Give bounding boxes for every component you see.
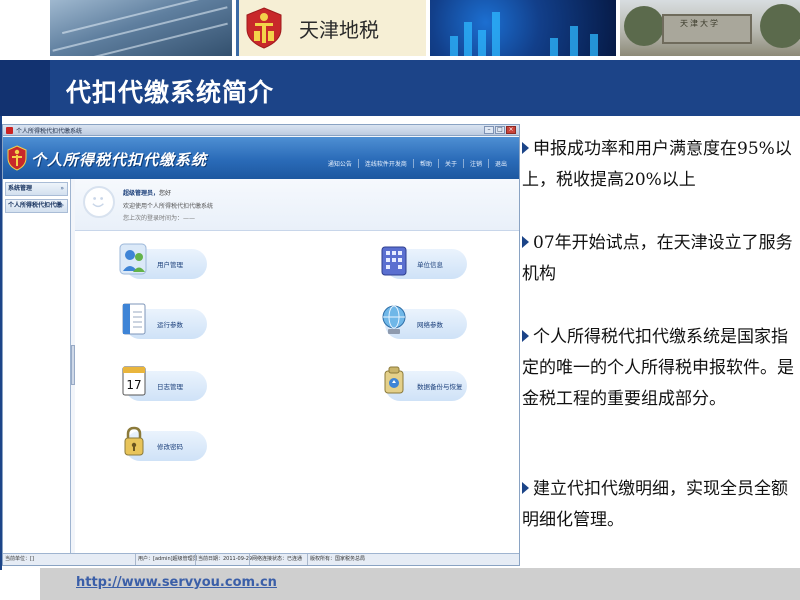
app-status-bar: 当前单位：[] 用户：[admin]超级管理员 当前日期：2011-09-29 … bbox=[3, 553, 519, 565]
footer-link[interactable]: http://www.servyou.com.cn bbox=[76, 575, 277, 590]
tile-label: 网络参数 bbox=[417, 321, 443, 329]
greeting-suffix: 您好 bbox=[159, 190, 172, 197]
tile-unit-info[interactable]: 单位信息 bbox=[379, 241, 467, 285]
bullet-arrow-icon bbox=[522, 330, 529, 342]
welcome-panel: 超级管理员，您好 欢迎使用个人所得税代扣代缴系统 您上次的登录时间为：—— bbox=[75, 179, 519, 231]
close-button[interactable]: × bbox=[506, 126, 516, 134]
status-owner: 版权所有：国家税务总局 bbox=[307, 554, 365, 565]
minimize-button[interactable]: – bbox=[484, 126, 494, 134]
status-date: 当前日期：2011-09-29 bbox=[195, 554, 252, 565]
tile-data-backup[interactable]: 数据备份与恢复 bbox=[379, 363, 467, 407]
bullet-arrow-icon bbox=[522, 142, 529, 154]
app-top-nav: 通知公告 连线软件开发商 帮助 关于 注销 退出 bbox=[322, 159, 513, 168]
nav-logout[interactable]: 注销 bbox=[464, 159, 489, 168]
building-icon bbox=[381, 246, 407, 276]
slide-title: 代扣代缴系统简介 bbox=[66, 78, 275, 107]
app-sidebar: 系统管理 » 个人所得税代扣代缴 » bbox=[3, 179, 71, 553]
app-main-panel: 超级管理员，您好 欢迎使用个人所得税代扣代缴系统 您上次的登录时间为：—— 用户… bbox=[75, 179, 519, 553]
banner-photo-tech bbox=[430, 0, 616, 56]
tile-label: 用户管理 bbox=[157, 261, 183, 269]
status-user: 用户：[admin]超级管理员 bbox=[135, 554, 198, 565]
chevron-icon: » bbox=[60, 185, 64, 192]
bullet-text: 个人所得税代扣代缴系统是国家指定的唯一的个人所得税申报软件。是金税工程的重要组成… bbox=[522, 327, 794, 409]
sidebar-item-system-management[interactable]: 系统管理 » bbox=[5, 182, 68, 196]
tile-log-management[interactable]: 17 日志管理 bbox=[119, 363, 207, 407]
app-logo-icon bbox=[7, 145, 27, 171]
bullet-text: 申报成功率和用户满意度在95%以上，税收提高20%以上 bbox=[522, 139, 792, 190]
sidebar-item-withholding[interactable]: 个人所得税代扣代缴 » bbox=[5, 199, 68, 213]
tile-network-params[interactable]: 网络参数 bbox=[379, 301, 467, 345]
app-window: 个人所得税代扣代缴系统 – □ × 个人所得税代扣代缴系统 通知公告 连线软件开… bbox=[2, 124, 520, 566]
nav-exit[interactable]: 退出 bbox=[489, 159, 513, 168]
chevron-icon: » bbox=[60, 202, 64, 209]
nav-about[interactable]: 关于 bbox=[439, 159, 464, 168]
tax-emblem-icon bbox=[246, 7, 282, 49]
org-name: 天津地税 bbox=[299, 18, 379, 42]
lock-icon bbox=[124, 426, 144, 456]
window-controls: – □ × bbox=[484, 126, 516, 134]
app-window-title: 个人所得税代扣代缴系统 bbox=[16, 128, 83, 135]
title-accent bbox=[0, 60, 50, 116]
bullet-text: 07年开始试点，在天津设立了服务机构 bbox=[522, 233, 793, 284]
app-header: 个人所得税代扣代缴系统 通知公告 连线软件开发商 帮助 关于 注销 退出 bbox=[3, 137, 519, 179]
status-unit: 当前单位：[] bbox=[5, 556, 34, 562]
maximize-button[interactable]: □ bbox=[495, 126, 505, 134]
banner-photo-gate: 天津大学 bbox=[620, 0, 800, 56]
last-login: 您上次的登录时间为：—— bbox=[123, 215, 196, 222]
banner-photo-cityscape bbox=[50, 0, 232, 56]
welcome-message: 欢迎使用个人所得税代扣代缴系统 bbox=[123, 203, 214, 210]
document-icon bbox=[122, 303, 146, 335]
bullet-arrow-icon bbox=[522, 482, 529, 494]
tile-run-params[interactable]: 运行参数 bbox=[119, 301, 207, 345]
tile-change-password[interactable]: 修改密码 bbox=[119, 423, 207, 467]
network-icon bbox=[382, 305, 406, 334]
nav-contact-vendor[interactable]: 连线软件开发商 bbox=[359, 159, 414, 168]
greeting-role: 超级管理员， bbox=[123, 190, 160, 197]
banner-tax-panel: 天津地税 bbox=[236, 0, 426, 56]
tile-label: 单位信息 bbox=[417, 261, 443, 269]
gate-sign: 天津大学 bbox=[680, 19, 720, 28]
backup-icon bbox=[384, 366, 404, 394]
tile-label: 修改密码 bbox=[157, 443, 183, 451]
bullet-text: 建立代扣代缴明细，实现全员全额明细化管理。 bbox=[522, 479, 788, 530]
bullet-item: 申报成功率和用户满意度在95%以上，税收提高20%以上 bbox=[522, 134, 796, 196]
app-titlebar: 个人所得税代扣代缴系统 – □ × bbox=[3, 125, 519, 136]
tile-user-management[interactable]: 用户管理 bbox=[119, 241, 207, 285]
calendar-day: 17 bbox=[126, 378, 141, 392]
users-icon bbox=[119, 243, 147, 275]
tile-label: 日志管理 bbox=[157, 383, 183, 391]
nav-help[interactable]: 帮助 bbox=[414, 159, 439, 168]
bullet-arrow-icon bbox=[522, 236, 529, 248]
bullet-item: 建立代扣代缴明细，实现全员全额明细化管理。 bbox=[522, 474, 796, 536]
bullet-item: 个人所得税代扣代缴系统是国家指定的唯一的个人所得税申报软件。是金税工程的重要组成… bbox=[522, 322, 796, 415]
sidebar-item-label: 个人所得税代扣代缴 bbox=[8, 202, 63, 209]
bullet-item: 07年开始试点，在天津设立了服务机构 bbox=[522, 228, 796, 290]
app-window-icon bbox=[6, 127, 13, 134]
top-banner: 天津地税 天津大学 bbox=[0, 0, 800, 60]
welcome-greeting: 超级管理员，您好 bbox=[123, 188, 171, 197]
tile-label: 数据备份与恢复 bbox=[417, 383, 463, 391]
sidebar-item-label: 系统管理 bbox=[8, 185, 33, 192]
smiley-icon bbox=[83, 186, 115, 218]
tile-label: 运行参数 bbox=[157, 321, 183, 329]
nav-notice[interactable]: 通知公告 bbox=[322, 159, 359, 168]
app-brand: 个人所得税代扣代缴系统 bbox=[31, 151, 208, 169]
status-network: 网络连接状态：已连通 bbox=[249, 554, 302, 565]
calendar-icon: 17 bbox=[122, 366, 146, 396]
slide: 天津地税 天津大学 代扣代缴系统简介 个人所得税代扣代缴系统 – □ × 个人所… bbox=[0, 0, 800, 600]
